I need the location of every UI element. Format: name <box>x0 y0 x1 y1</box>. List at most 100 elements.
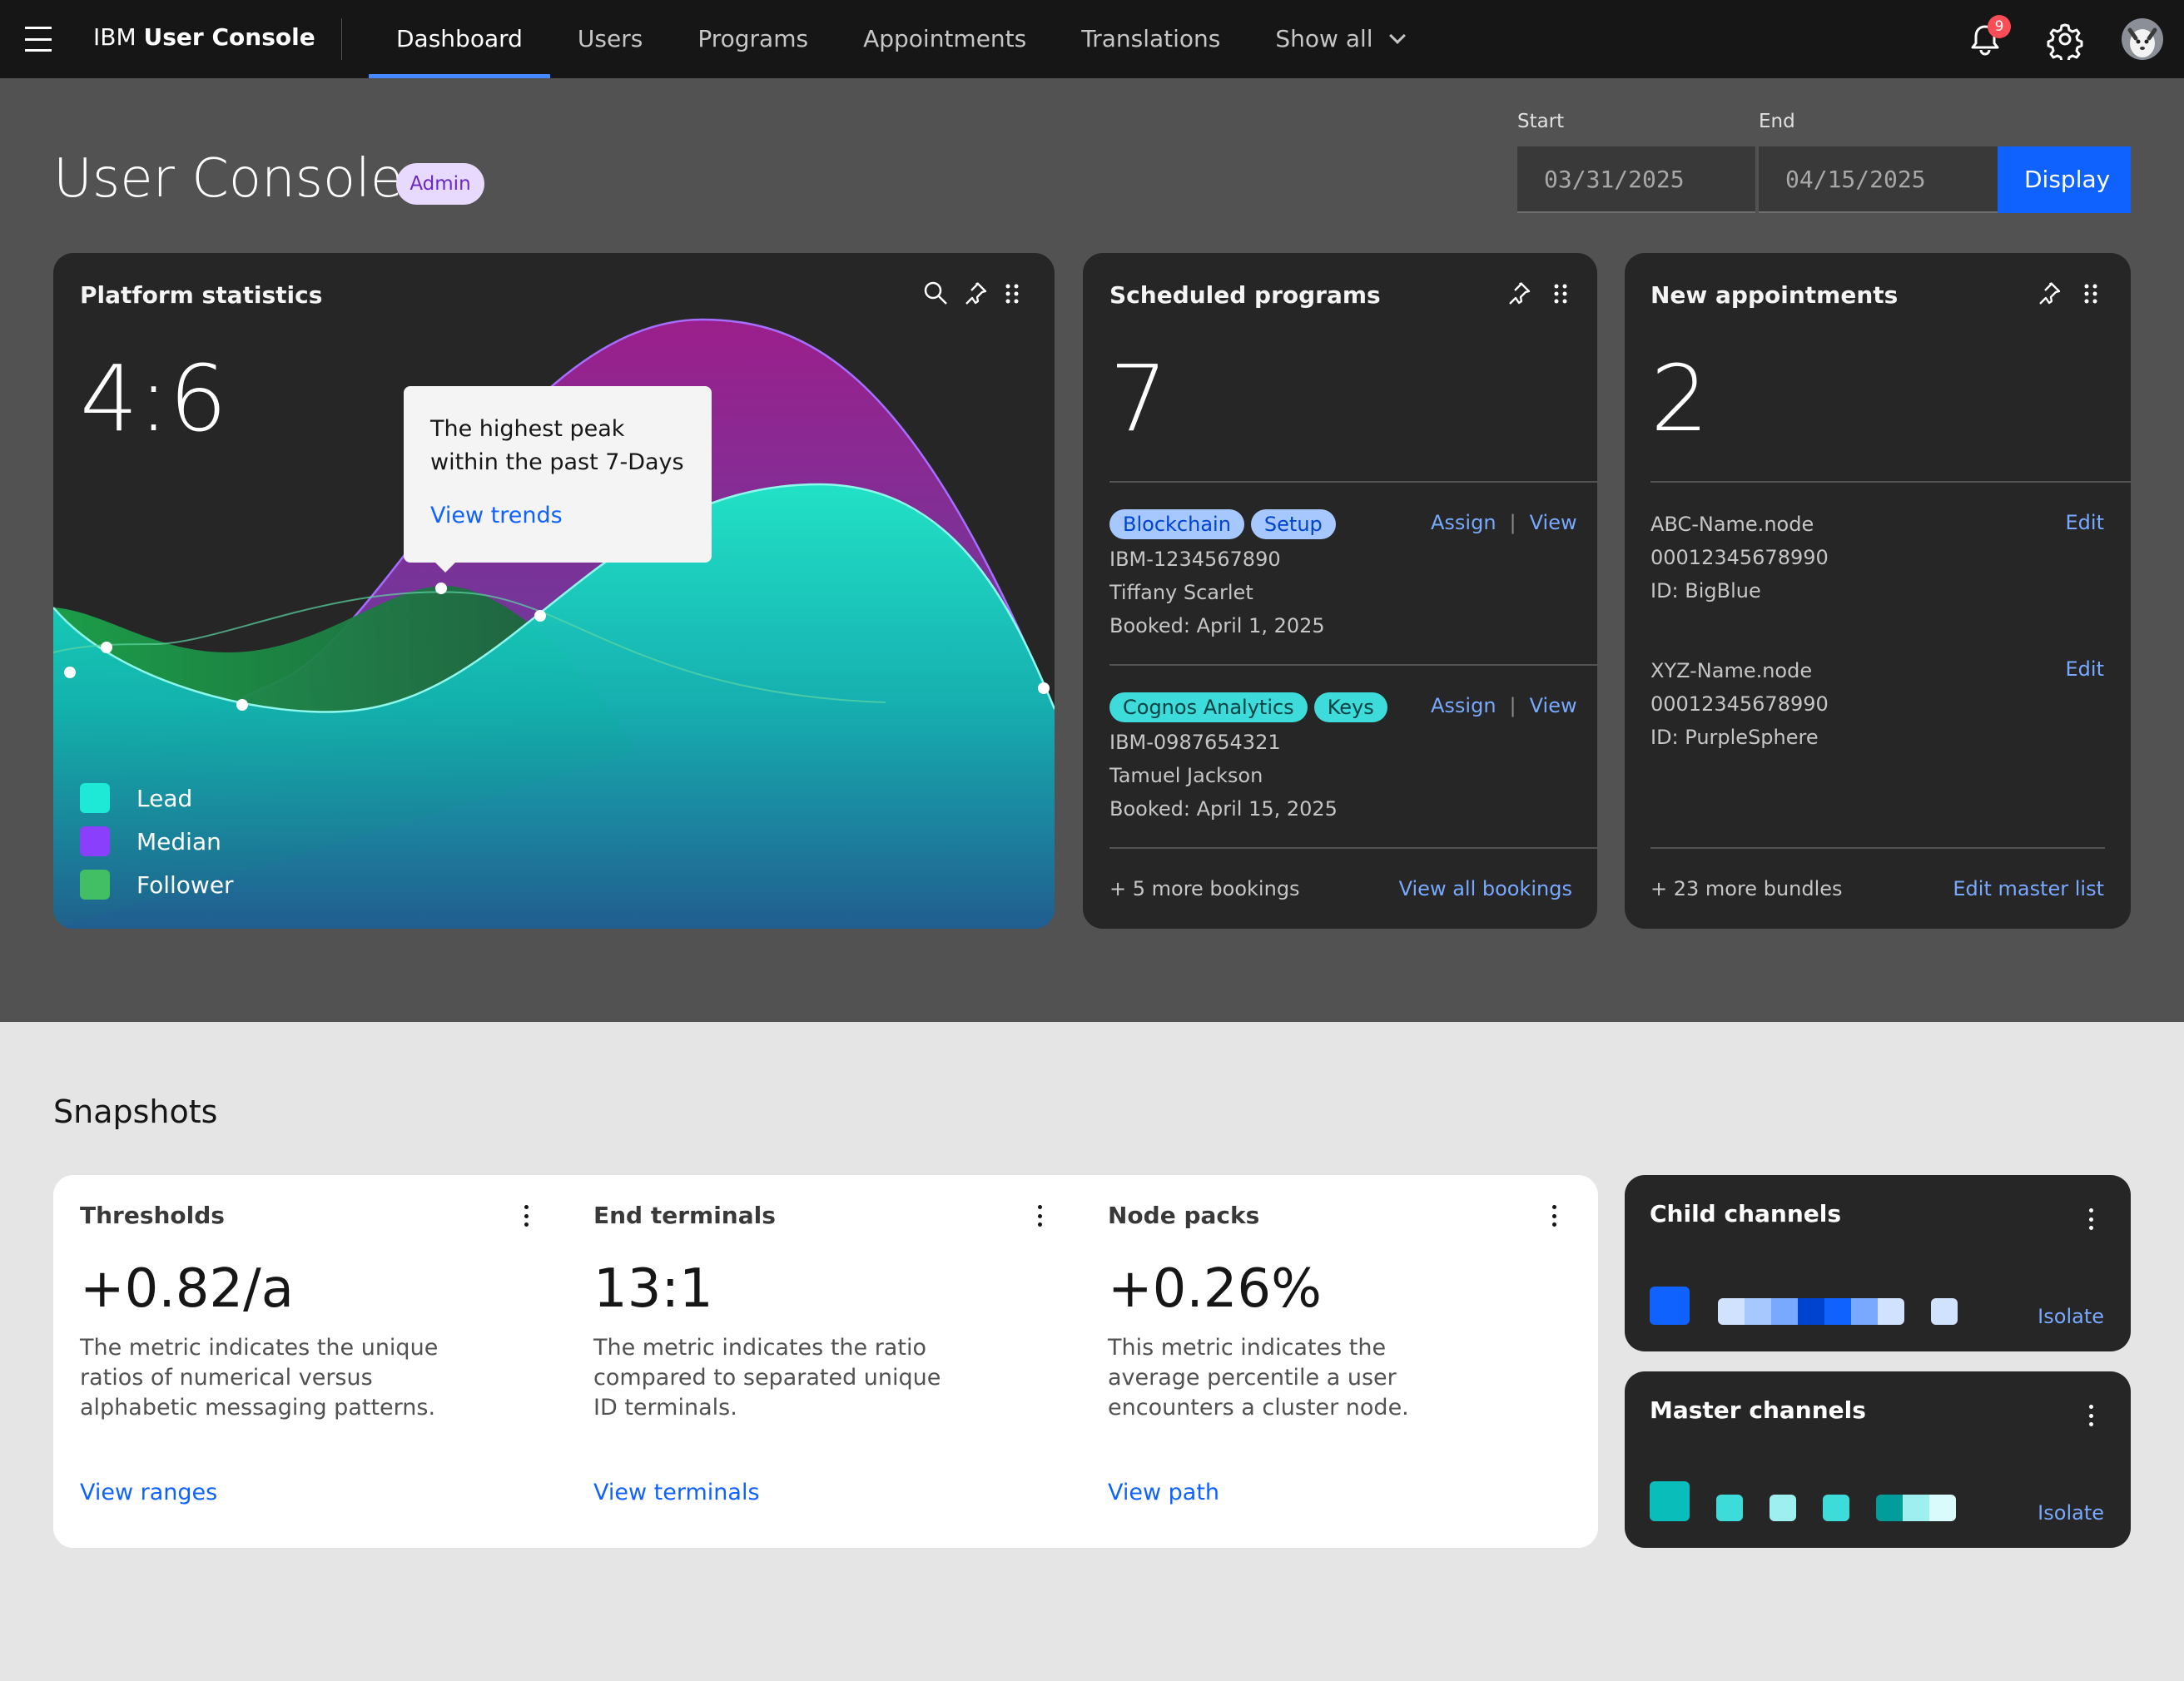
tag-cognos-analytics[interactable]: Cognos Analytics <box>1109 692 1308 722</box>
overflow-menu-icon[interactable] <box>524 1205 529 1227</box>
overflow-menu-icon[interactable] <box>2089 1208 2094 1230</box>
chart-tooltip: The highest peak within the past 7-Days … <box>404 386 712 573</box>
nav-users[interactable]: Users <box>550 0 670 78</box>
divider <box>1109 481 1597 483</box>
new-appointments-card: New appointments 2 ABC-Name.node 0001234… <box>1625 253 2131 929</box>
appointment-number: 00012345678990 <box>1650 546 1829 569</box>
end-date-input[interactable]: 04/15/2025 <box>1759 146 1998 213</box>
view-link[interactable]: View <box>1530 694 1577 717</box>
pin-icon[interactable] <box>962 280 989 306</box>
tag-keys[interactable]: Keys <box>1313 692 1387 722</box>
snapshot-title: Node packs <box>1108 1202 1260 1229</box>
separator: | <box>1509 694 1516 717</box>
chart-point[interactable] <box>236 699 248 711</box>
drag-handle-icon[interactable] <box>1552 283 1569 305</box>
nav-programs[interactable]: Programs <box>670 0 836 78</box>
channel-block[interactable] <box>1770 1495 1796 1521</box>
program-id: IBM-0987654321 <box>1109 731 1281 754</box>
child-channels-card: Child channels Isolate <box>1625 1175 2131 1351</box>
isolate-link[interactable]: Isolate <box>2038 1501 2104 1525</box>
more-bundles: + 23 more bundles <box>1650 877 1843 900</box>
platform-ratio: 4:6 <box>80 345 228 452</box>
snapshots-card: Thresholds +0.82/a The metric indicates … <box>53 1175 1598 1548</box>
more-bookings: + 5 more bookings <box>1109 877 1300 900</box>
snapshot-value: +0.26% <box>1108 1258 1322 1320</box>
start-date-label: Start <box>1517 111 1565 132</box>
drag-handle-icon[interactable] <box>1004 283 1020 305</box>
program-tags: Blockchain Setup <box>1109 509 1343 539</box>
program-user: Tiffany Scarlet <box>1109 581 1253 604</box>
overflow-menu-icon[interactable] <box>1038 1205 1043 1227</box>
edit-link[interactable]: Edit <box>2066 511 2104 534</box>
assign-link[interactable]: Assign <box>1431 511 1497 534</box>
legend-item-lead[interactable]: Lead <box>80 783 192 813</box>
chart-point[interactable] <box>534 610 546 622</box>
page-title: User Console <box>53 148 404 210</box>
legend-item-median[interactable]: Median <box>80 826 221 856</box>
view-all-bookings-link[interactable]: View all bookings <box>1399 877 1572 900</box>
snapshot-description: The metric indicates the unique ratios o… <box>80 1335 439 1421</box>
nav-show-all-label: Show all <box>1275 25 1373 52</box>
main-nav: Dashboard Users Programs Appointments Tr… <box>369 0 1431 78</box>
search-icon[interactable] <box>922 280 949 306</box>
overflow-menu-icon[interactable] <box>1552 1205 1557 1227</box>
drag-handle-icon[interactable] <box>2082 283 2099 305</box>
channel-block[interactable] <box>1716 1495 1743 1521</box>
isolate-link[interactable]: Isolate <box>2038 1305 2104 1328</box>
view-ranges-link[interactable]: View ranges <box>80 1480 217 1505</box>
overflow-menu-icon[interactable] <box>2089 1405 2094 1426</box>
header-divider <box>341 18 342 60</box>
channel-block[interactable] <box>1650 1481 1690 1521</box>
snapshot-end-terminals: End terminals 13:1 The metric indicates … <box>567 1175 1042 1548</box>
tag-blockchain[interactable]: Blockchain <box>1109 509 1244 539</box>
nav-show-all[interactable]: Show all <box>1248 0 1430 78</box>
appointment-node-name: XYZ-Name.node <box>1650 659 1813 682</box>
chart-point[interactable] <box>435 583 447 594</box>
avatar[interactable] <box>2122 18 2163 60</box>
snapshot-description: This metric indicates the average percen… <box>1108 1335 1409 1421</box>
card-title: Child channels <box>1650 1200 1842 1227</box>
divider <box>1109 664 1597 666</box>
snapshot-description: The metric indicates the ratio compared … <box>593 1335 941 1421</box>
brand-name[interactable]: IBM User Console <box>93 23 315 51</box>
pin-icon[interactable] <box>2036 280 2062 306</box>
card-title: New appointments <box>1650 281 1899 309</box>
divider <box>1650 847 2105 849</box>
snapshots-heading: Snapshots <box>53 1093 218 1130</box>
start-date-input[interactable]: 03/31/2025 <box>1517 146 1755 213</box>
nav-dashboard[interactable]: Dashboard <box>369 0 550 78</box>
snapshot-title: End terminals <box>593 1202 776 1229</box>
appointment-node-name: ABC-Name.node <box>1650 513 1814 536</box>
view-path-link[interactable]: View path <box>1108 1480 1219 1505</box>
chart-point[interactable] <box>1038 682 1050 694</box>
gear-icon[interactable] <box>2044 18 2086 60</box>
channel-block[interactable] <box>1650 1287 1690 1325</box>
pin-icon[interactable] <box>1506 280 1532 306</box>
nav-appointments[interactable]: Appointments <box>836 0 1054 78</box>
edit-link[interactable]: Edit <box>2066 657 2104 681</box>
menu-icon[interactable] <box>25 27 52 52</box>
view-terminals-link[interactable]: View terminals <box>593 1480 760 1505</box>
tag-setup[interactable]: Setup <box>1250 509 1336 539</box>
snapshot-thresholds: Thresholds +0.82/a The metric indicates … <box>53 1175 529 1548</box>
edit-master-list-link[interactable]: Edit master list <box>1953 877 2104 900</box>
notification-badge: 9 <box>1988 15 2011 38</box>
program-id: IBM-1234567890 <box>1109 548 1281 571</box>
channel-block[interactable] <box>1931 1298 1958 1325</box>
nav-translations[interactable]: Translations <box>1054 0 1248 78</box>
snapshot-value: 13:1 <box>593 1258 713 1320</box>
assign-link[interactable]: Assign <box>1431 694 1497 717</box>
view-trends-link[interactable]: View trends <box>430 503 685 528</box>
channel-strip[interactable] <box>1876 1495 1956 1521</box>
legend-swatch <box>80 870 110 900</box>
scheduled-programs-card: Scheduled programs 7 Blockchain Setup Ass… <box>1083 253 1597 929</box>
legend-item-follower[interactable]: Follower <box>80 870 234 900</box>
channel-strip[interactable] <box>1718 1298 1904 1325</box>
view-link[interactable]: View <box>1530 511 1577 534</box>
chart-point[interactable] <box>101 642 112 653</box>
channel-block[interactable] <box>1823 1495 1849 1521</box>
program-booked: Booked: April 15, 2025 <box>1109 797 1338 821</box>
legend-label: Follower <box>136 870 234 899</box>
chart-point[interactable] <box>64 667 76 678</box>
display-button[interactable]: Display <box>1998 146 2131 213</box>
